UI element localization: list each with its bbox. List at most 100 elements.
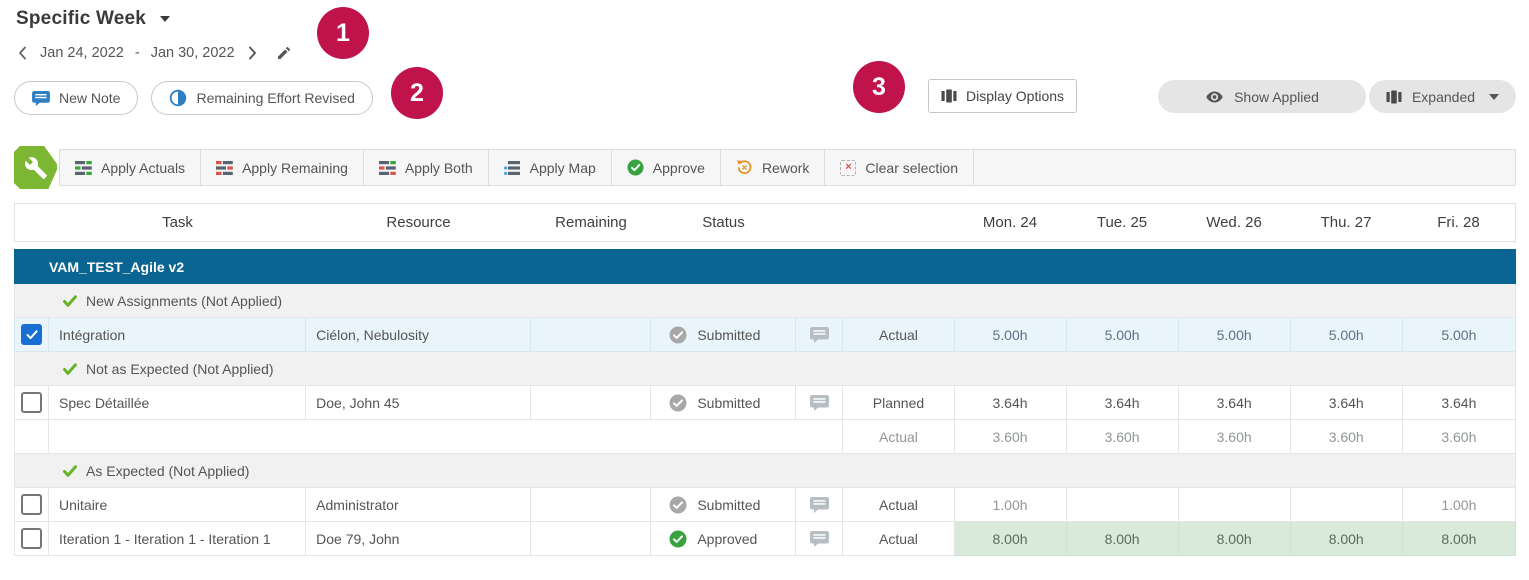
- column-header-note: [796, 204, 843, 241]
- note-icon: [810, 531, 829, 547]
- task-name: Spec Détaillée: [49, 386, 306, 420]
- status-cell: Approved: [651, 522, 796, 556]
- section-label: As Expected (Not Applied): [86, 463, 249, 479]
- apply-actuals-button[interactable]: Apply Actuals: [60, 150, 201, 185]
- section-row: As Expected (Not Applied): [15, 454, 1516, 488]
- hours-cell: 3.64h: [1066, 386, 1178, 420]
- apply-map-button[interactable]: Apply Map: [489, 150, 612, 185]
- rework-arrow-icon: [736, 159, 753, 176]
- resource-name: Administrator: [306, 488, 531, 522]
- resource-name: Doe, John 45: [306, 386, 531, 420]
- approve-check-icon: [627, 159, 644, 176]
- apply-actuals-label: Apply Actuals: [101, 160, 185, 176]
- entry-type: Actual: [843, 420, 954, 454]
- show-applied-toggle[interactable]: Show Applied: [1158, 80, 1366, 113]
- chevron-right-icon: [248, 46, 257, 60]
- apply-actuals-icon: [75, 161, 92, 175]
- submitted-status-icon: [669, 394, 687, 412]
- row-checkbox[interactable]: [21, 528, 42, 549]
- previous-week-button[interactable]: [16, 44, 29, 62]
- remaining-value: [531, 318, 651, 352]
- status-cell: Submitted: [651, 386, 796, 420]
- resource-name: Doe 79, John: [306, 522, 531, 556]
- eye-icon: [1205, 88, 1224, 106]
- section-row: New Assignments (Not Applied): [15, 284, 1516, 318]
- note-button[interactable]: [796, 522, 843, 556]
- annotation-badge-1: 1: [317, 7, 369, 59]
- section-label: Not as Expected (Not Applied): [86, 361, 274, 377]
- hours-cell: 3.60h: [1402, 420, 1515, 454]
- column-header-task: Task: [49, 204, 306, 241]
- apply-remaining-icon: [216, 161, 233, 175]
- row-checkbox[interactable]: [21, 392, 42, 413]
- hours-cell: 5.00h: [954, 318, 1066, 352]
- table-row: Spec Détaillée Doe, John 45 Submitted Pl…: [15, 386, 1516, 420]
- column-header-day: Wed. 26: [1178, 204, 1290, 241]
- expanded-dropdown[interactable]: Expanded: [1369, 80, 1516, 113]
- remaining-effort-revised-button[interactable]: Remaining Effort Revised: [151, 81, 372, 115]
- annotation-badge-2: 2: [391, 67, 443, 119]
- date-range-start: Jan 24, 2022: [40, 45, 124, 61]
- project-row: VAM_TEST_Agile v2: [15, 250, 1516, 284]
- hours-cell: 8.00h: [1066, 522, 1178, 556]
- actions-tool-badge: [14, 146, 57, 189]
- expanded-label: Expanded: [1412, 89, 1475, 105]
- hours-cell: 3.64h: [1402, 386, 1515, 420]
- apply-both-icon: [379, 161, 396, 175]
- apply-both-button[interactable]: Apply Both: [364, 150, 489, 185]
- hours-cell: 8.00h: [954, 522, 1066, 556]
- timesheet-review-page: Specific Week Jan 24, 2022 - Jan 30, 202…: [0, 0, 1529, 580]
- clear-selection-icon: ×: [840, 160, 856, 176]
- clear-selection-label: Clear selection: [865, 160, 958, 176]
- approve-button[interactable]: Approve: [612, 150, 721, 185]
- task-name: Iteration 1 - Iteration 1 - Iteration 1: [49, 522, 306, 556]
- status-badge: Submitted: [697, 395, 760, 411]
- note-button[interactable]: [796, 386, 843, 420]
- hours-cell: 1.00h: [1402, 488, 1515, 522]
- edit-dates-button[interactable]: [276, 45, 292, 61]
- project-name: VAM_TEST_Agile v2: [15, 250, 1516, 284]
- apply-remaining-label: Apply Remaining: [242, 160, 348, 176]
- apply-both-label: Apply Both: [405, 160, 473, 176]
- status-cell: Submitted: [651, 488, 796, 522]
- note-button[interactable]: [796, 488, 843, 522]
- rework-button[interactable]: Rework: [721, 150, 825, 185]
- week-view-selector[interactable]: Specific Week: [16, 8, 170, 30]
- wrench-icon: [24, 156, 48, 180]
- entry-type: Actual: [843, 488, 954, 522]
- date-range-end: Jan 30, 2022: [151, 45, 235, 61]
- entry-type: Actual: [843, 318, 954, 352]
- note-button[interactable]: [796, 318, 843, 352]
- status-badge: Submitted: [697, 497, 760, 513]
- hours-cell: 3.60h: [1066, 420, 1178, 454]
- checkbox-cell: [15, 318, 49, 352]
- entry-type: Planned: [843, 386, 954, 420]
- row-checkbox[interactable]: [21, 494, 42, 515]
- bulk-actions-toolbar: Apply Actuals Apply Remaining Apply Both…: [59, 149, 1516, 186]
- checkbox-cell: [15, 488, 49, 522]
- hours-cell: [1290, 488, 1402, 522]
- clear-selection-button[interactable]: × Clear selection: [825, 150, 974, 185]
- apply-remaining-button[interactable]: Apply Remaining: [201, 150, 364, 185]
- display-options-label: Display Options: [966, 88, 1064, 104]
- section-row: Not as Expected (Not Applied): [15, 352, 1516, 386]
- task-name: Unitaire: [49, 488, 306, 522]
- note-icon: [32, 91, 50, 106]
- display-options-button[interactable]: Display Options: [928, 79, 1077, 113]
- hours-cell: 3.60h: [954, 420, 1066, 454]
- resource-name: Ciélon, Nebulosity: [306, 318, 531, 352]
- row-checkbox[interactable]: [21, 324, 42, 345]
- next-week-button[interactable]: [246, 44, 259, 62]
- hours-cell: 3.60h: [1178, 420, 1290, 454]
- new-note-button[interactable]: New Note: [14, 81, 138, 115]
- note-icon: [810, 497, 829, 513]
- check-icon: [26, 330, 38, 340]
- hours-cell: 3.60h: [1290, 420, 1402, 454]
- rework-label: Rework: [762, 160, 809, 176]
- table-row: Iteration 1 - Iteration 1 - Iteration 1 …: [15, 522, 1516, 556]
- hours-cell: 5.00h: [1290, 318, 1402, 352]
- hours-cell: 5.00h: [1178, 318, 1290, 352]
- date-range-separator: -: [135, 45, 140, 61]
- hours-cell: 8.00h: [1178, 522, 1290, 556]
- note-icon: [810, 395, 829, 411]
